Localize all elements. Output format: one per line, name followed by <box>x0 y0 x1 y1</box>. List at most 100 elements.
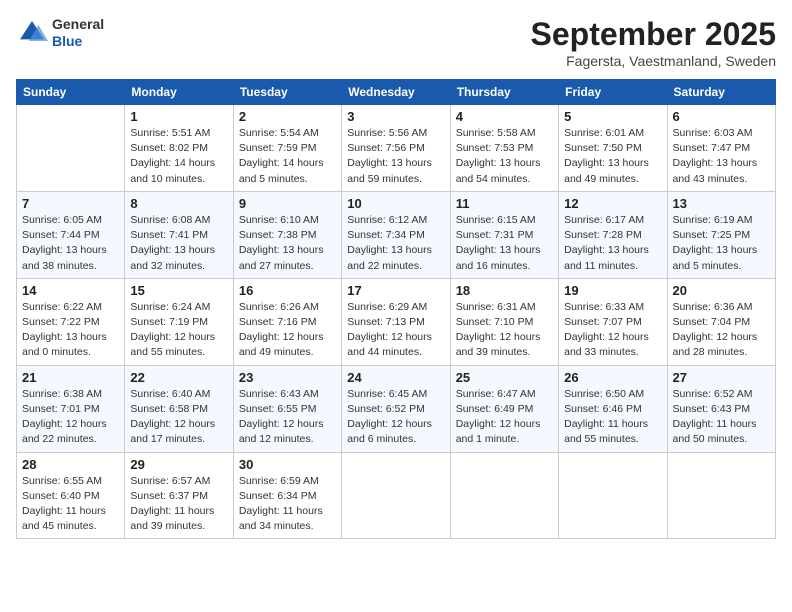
day-number: 25 <box>456 370 553 385</box>
column-header-wednesday: Wednesday <box>342 80 450 105</box>
calendar-week-3: 14 Sunrise: 6:22 AMSunset: 7:22 PMDayligh… <box>17 278 776 365</box>
day-info: Sunrise: 6:50 AMSunset: 6:46 PMDaylight:… <box>564 387 661 448</box>
day-number: 21 <box>22 370 119 385</box>
day-info: Sunrise: 5:56 AMSunset: 7:56 PMDaylight:… <box>347 126 444 187</box>
calendar-cell: 19 Sunrise: 6:33 AMSunset: 7:07 PMDayligh… <box>559 278 667 365</box>
calendar-cell: 26 Sunrise: 6:50 AMSunset: 6:46 PMDayligh… <box>559 365 667 452</box>
calendar-cell: 5 Sunrise: 6:01 AMSunset: 7:50 PMDaylight… <box>559 105 667 192</box>
day-number: 9 <box>239 196 336 211</box>
logo-blue: Blue <box>52 33 104 50</box>
day-info: Sunrise: 6:01 AMSunset: 7:50 PMDaylight:… <box>564 126 661 187</box>
day-info: Sunrise: 6:29 AMSunset: 7:13 PMDaylight:… <box>347 300 444 361</box>
logo: General Blue <box>16 16 104 50</box>
calendar-cell: 24 Sunrise: 6:45 AMSunset: 6:52 PMDayligh… <box>342 365 450 452</box>
day-info: Sunrise: 6:05 AMSunset: 7:44 PMDaylight:… <box>22 213 119 274</box>
page-header: General Blue September 2025 Fagersta, Va… <box>16 16 776 69</box>
day-info: Sunrise: 6:47 AMSunset: 6:49 PMDaylight:… <box>456 387 553 448</box>
calendar-cell: 10 Sunrise: 6:12 AMSunset: 7:34 PMDayligh… <box>342 191 450 278</box>
day-number: 5 <box>564 109 661 124</box>
day-number: 30 <box>239 457 336 472</box>
calendar-cell: 21 Sunrise: 6:38 AMSunset: 7:01 PMDayligh… <box>17 365 125 452</box>
day-number: 19 <box>564 283 661 298</box>
day-number: 17 <box>347 283 444 298</box>
day-info: Sunrise: 6:26 AMSunset: 7:16 PMDaylight:… <box>239 300 336 361</box>
day-info: Sunrise: 6:45 AMSunset: 6:52 PMDaylight:… <box>347 387 444 448</box>
calendar-cell: 12 Sunrise: 6:17 AMSunset: 7:28 PMDayligh… <box>559 191 667 278</box>
calendar-cell: 16 Sunrise: 6:26 AMSunset: 7:16 PMDayligh… <box>233 278 341 365</box>
day-info: Sunrise: 6:43 AMSunset: 6:55 PMDaylight:… <box>239 387 336 448</box>
calendar-cell: 9 Sunrise: 6:10 AMSunset: 7:38 PMDaylight… <box>233 191 341 278</box>
column-header-thursday: Thursday <box>450 80 558 105</box>
calendar-cell: 25 Sunrise: 6:47 AMSunset: 6:49 PMDayligh… <box>450 365 558 452</box>
day-info: Sunrise: 6:40 AMSunset: 6:58 PMDaylight:… <box>130 387 227 448</box>
calendar-week-2: 7 Sunrise: 6:05 AMSunset: 7:44 PMDaylight… <box>17 191 776 278</box>
day-info: Sunrise: 6:17 AMSunset: 7:28 PMDaylight:… <box>564 213 661 274</box>
day-number: 4 <box>456 109 553 124</box>
day-info: Sunrise: 6:38 AMSunset: 7:01 PMDaylight:… <box>22 387 119 448</box>
title-block: September 2025 Fagersta, Vaestmanland, S… <box>531 16 776 69</box>
calendar-cell: 27 Sunrise: 6:52 AMSunset: 6:43 PMDayligh… <box>667 365 775 452</box>
calendar-cell: 28Sunrise: 6:55 AMSunset: 6:40 PMDayligh… <box>17 452 125 539</box>
day-number: 3 <box>347 109 444 124</box>
location: Fagersta, Vaestmanland, Sweden <box>531 53 776 69</box>
calendar-cell: 20Sunrise: 6:36 AMSunset: 7:04 PMDayligh… <box>667 278 775 365</box>
calendar-cell <box>559 452 667 539</box>
day-info: Sunrise: 6:57 AMSunset: 6:37 PMDaylight:… <box>130 474 227 535</box>
day-info: Sunrise: 6:55 AMSunset: 6:40 PMDaylight:… <box>22 474 119 535</box>
calendar-week-1: 1Sunrise: 5:51 AMSunset: 8:02 PMDaylight… <box>17 105 776 192</box>
calendar-cell: 1Sunrise: 5:51 AMSunset: 8:02 PMDaylight… <box>125 105 233 192</box>
day-number: 26 <box>564 370 661 385</box>
calendar-table: SundayMondayTuesdayWednesdayThursdayFrid… <box>16 79 776 539</box>
day-number: 13 <box>673 196 770 211</box>
calendar-cell: 7 Sunrise: 6:05 AMSunset: 7:44 PMDaylight… <box>17 191 125 278</box>
calendar-cell: 15 Sunrise: 6:24 AMSunset: 7:19 PMDayligh… <box>125 278 233 365</box>
day-info: Sunrise: 6:24 AMSunset: 7:19 PMDaylight:… <box>130 300 227 361</box>
day-number: 24 <box>347 370 444 385</box>
day-number: 11 <box>456 196 553 211</box>
calendar-cell: 22Sunrise: 6:40 AMSunset: 6:58 PMDayligh… <box>125 365 233 452</box>
day-info: Sunrise: 6:08 AMSunset: 7:41 PMDaylight:… <box>130 213 227 274</box>
calendar-cell: 6Sunrise: 6:03 AMSunset: 7:47 PMDaylight… <box>667 105 775 192</box>
day-info: Sunrise: 6:19 AMSunset: 7:25 PMDaylight:… <box>673 213 770 274</box>
day-number: 16 <box>239 283 336 298</box>
calendar-cell: 30Sunrise: 6:59 AMSunset: 6:34 PMDayligh… <box>233 452 341 539</box>
day-number: 15 <box>130 283 227 298</box>
day-info: Sunrise: 6:10 AMSunset: 7:38 PMDaylight:… <box>239 213 336 274</box>
day-number: 14 <box>22 283 119 298</box>
calendar-cell <box>17 105 125 192</box>
day-info: Sunrise: 6:12 AMSunset: 7:34 PMDaylight:… <box>347 213 444 274</box>
day-info: Sunrise: 6:15 AMSunset: 7:31 PMDaylight:… <box>456 213 553 274</box>
month-title: September 2025 <box>531 16 776 53</box>
column-header-friday: Friday <box>559 80 667 105</box>
day-number: 18 <box>456 283 553 298</box>
calendar-cell <box>667 452 775 539</box>
day-number: 27 <box>673 370 770 385</box>
day-number: 10 <box>347 196 444 211</box>
day-info: Sunrise: 6:33 AMSunset: 7:07 PMDaylight:… <box>564 300 661 361</box>
day-info: Sunrise: 6:36 AMSunset: 7:04 PMDaylight:… <box>673 300 770 361</box>
calendar-cell: 18 Sunrise: 6:31 AMSunset: 7:10 PMDayligh… <box>450 278 558 365</box>
day-number: 29 <box>130 457 227 472</box>
calendar-cell: 11 Sunrise: 6:15 AMSunset: 7:31 PMDayligh… <box>450 191 558 278</box>
day-number: 8 <box>130 196 227 211</box>
day-info: Sunrise: 5:58 AMSunset: 7:53 PMDaylight:… <box>456 126 553 187</box>
day-info: Sunrise: 6:22 AMSunset: 7:22 PMDaylight:… <box>22 300 119 361</box>
day-info: Sunrise: 6:52 AMSunset: 6:43 PMDaylight:… <box>673 387 770 448</box>
calendar-cell <box>450 452 558 539</box>
calendar-cell: 17 Sunrise: 6:29 AMSunset: 7:13 PMDayligh… <box>342 278 450 365</box>
logo-icon <box>16 17 48 49</box>
calendar-header-row: SundayMondayTuesdayWednesdayThursdayFrid… <box>17 80 776 105</box>
day-info: Sunrise: 6:31 AMSunset: 7:10 PMDaylight:… <box>456 300 553 361</box>
day-number: 6 <box>673 109 770 124</box>
column-header-monday: Monday <box>125 80 233 105</box>
calendar-cell: 13 Sunrise: 6:19 AMSunset: 7:25 PMDayligh… <box>667 191 775 278</box>
column-header-sunday: Sunday <box>17 80 125 105</box>
day-number: 23 <box>239 370 336 385</box>
calendar-week-4: 21 Sunrise: 6:38 AMSunset: 7:01 PMDayligh… <box>17 365 776 452</box>
day-number: 12 <box>564 196 661 211</box>
calendar-cell: 14 Sunrise: 6:22 AMSunset: 7:22 PMDayligh… <box>17 278 125 365</box>
calendar-week-5: 28Sunrise: 6:55 AMSunset: 6:40 PMDayligh… <box>17 452 776 539</box>
day-number: 7 <box>22 196 119 211</box>
calendar-cell: 2Sunrise: 5:54 AMSunset: 7:59 PMDaylight… <box>233 105 341 192</box>
calendar-cell: 8 Sunrise: 6:08 AMSunset: 7:41 PMDaylight… <box>125 191 233 278</box>
